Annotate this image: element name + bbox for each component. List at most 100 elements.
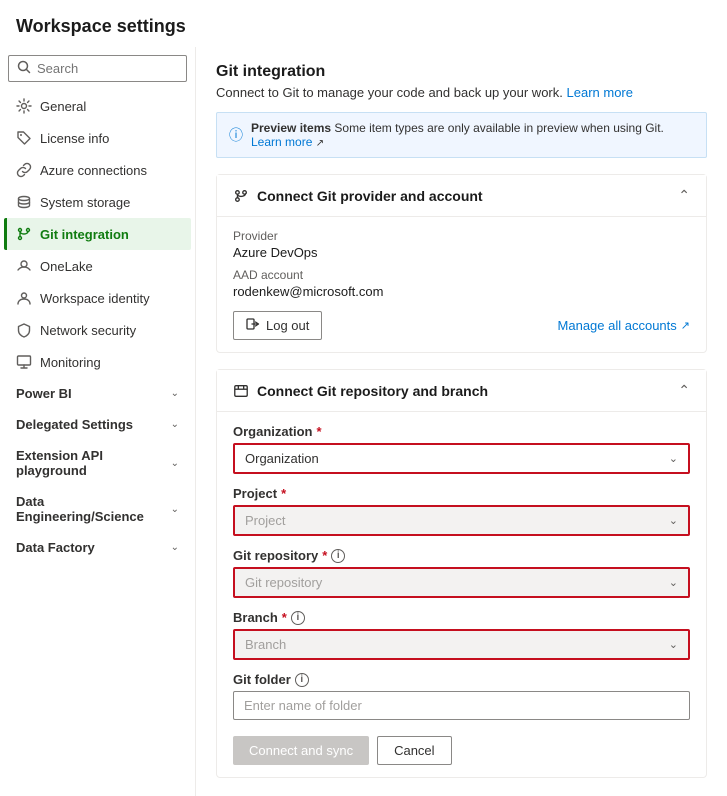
branch-placeholder: Branch	[245, 637, 286, 652]
git-repository-select[interactable]: Git repository ⌄	[233, 567, 690, 598]
chevron-down-icon-power-bi: ⌄	[171, 388, 179, 399]
provider-section-title: Connect Git provider and account	[257, 188, 483, 204]
provider-section-card: Connect Git provider and account ⌃ Provi…	[216, 174, 707, 353]
git-repository-placeholder: Git repository	[245, 575, 322, 590]
preview-banner-detail: Some item types are only available in pr…	[334, 121, 664, 135]
sidebar-section-data-engineering[interactable]: Data Engineering/Science ⌄	[4, 486, 191, 532]
sidebar-item-onelake[interactable]: OneLake	[4, 250, 191, 282]
git-folder-input[interactable]	[233, 691, 690, 720]
chevron-up-icon-repo: ⌃	[678, 382, 690, 399]
logout-button[interactable]: Log out	[233, 311, 322, 340]
organization-select[interactable]: Organization ⌄	[233, 443, 690, 474]
branch-select[interactable]: Branch ⌄	[233, 629, 690, 660]
sidebar-item-azure-connections[interactable]: Azure connections	[4, 154, 191, 186]
chevron-down-icon-data-eng: ⌄	[171, 504, 179, 515]
sidebar-item-monitoring[interactable]: Monitoring	[4, 346, 191, 378]
extension-api-label: Extension API playground	[16, 448, 171, 478]
learn-more-link-top[interactable]: Learn more	[567, 85, 633, 100]
chevron-down-icon-branch: ⌄	[669, 638, 678, 651]
account-row: AAD account rodenkew@microsoft.com	[233, 268, 690, 299]
sidebar-item-label-git: Git integration	[40, 227, 129, 242]
branch-required-star: *	[282, 610, 287, 625]
provider-section-header: Connect Git provider and account ⌃	[217, 175, 706, 217]
logout-label: Log out	[266, 318, 309, 333]
content-title: Git integration	[216, 63, 707, 81]
git-folder-field: Git folder i	[233, 672, 690, 720]
git-folder-label: Git folder i	[233, 672, 690, 687]
repo-section-body: Organization * Organization ⌄ Project *	[217, 412, 706, 777]
sidebar-item-git-integration[interactable]: Git integration	[4, 218, 191, 250]
provider-section-header-left: Connect Git provider and account	[233, 188, 483, 204]
sidebar-item-label-license: License info	[40, 131, 109, 146]
tag-icon	[16, 130, 32, 146]
main-layout: General License info A	[0, 47, 727, 796]
git-repository-required-star: *	[322, 548, 327, 563]
subtitle-text: Connect to Git to manage your code and b…	[216, 85, 563, 100]
sidebar-section-delegated[interactable]: Delegated Settings ⌄	[4, 409, 191, 440]
project-select[interactable]: Project ⌄	[233, 505, 690, 536]
project-label: Project *	[233, 486, 690, 501]
provider-row: Provider Azure DevOps	[233, 229, 690, 260]
external-link-icon-manage: ↗	[681, 319, 690, 332]
chevron-down-icon-org: ⌄	[669, 452, 678, 465]
page-title: Workspace settings	[0, 0, 727, 47]
gear-icon	[16, 98, 32, 114]
chevron-down-icon-delegated: ⌄	[171, 419, 179, 430]
manage-accounts-text: Manage all accounts	[558, 318, 677, 333]
shield-icon	[16, 322, 32, 338]
repo-section-header: Connect Git repository and branch ⌃	[217, 370, 706, 412]
repo-section-title: Connect Git repository and branch	[257, 383, 488, 399]
link-icon	[16, 162, 32, 178]
organization-label: Organization *	[233, 424, 690, 439]
sidebar-item-system-storage[interactable]: System storage	[4, 186, 191, 218]
git-icon	[16, 226, 32, 242]
provider-label: Provider	[233, 229, 690, 243]
organization-select-value: Organization	[245, 451, 319, 466]
preview-learn-more-link[interactable]: Learn more	[251, 135, 312, 149]
sidebar: General License info A	[0, 47, 196, 796]
sidebar-item-license-info[interactable]: License info	[4, 122, 191, 154]
account-label: AAD account	[233, 268, 690, 282]
search-box[interactable]	[8, 55, 187, 82]
sidebar-section-power-bi[interactable]: Power BI ⌄	[4, 378, 191, 409]
sidebar-item-general[interactable]: General	[4, 90, 191, 122]
lake-icon	[16, 258, 32, 274]
sidebar-section-data-factory[interactable]: Data Factory ⌄	[4, 532, 191, 563]
git-repository-info-icon[interactable]: i	[331, 549, 345, 563]
organization-label-text: Organization	[233, 424, 312, 439]
repo-icon	[233, 383, 249, 399]
account-value: rodenkew@microsoft.com	[233, 284, 690, 299]
branch-label: Branch * i	[233, 610, 690, 625]
search-input[interactable]	[37, 61, 178, 76]
chevron-down-icon-repo-field: ⌄	[669, 576, 678, 589]
branch-info-icon[interactable]: i	[291, 611, 305, 625]
data-engineering-label: Data Engineering/Science	[16, 494, 171, 524]
search-icon	[17, 60, 31, 77]
sidebar-item-label-azure: Azure connections	[40, 163, 147, 178]
connect-sync-button[interactable]: Connect and sync	[233, 736, 369, 765]
repo-section-card: Connect Git repository and branch ⌃ Orga…	[216, 369, 707, 778]
main-content: Git integration Connect to Git to manage…	[196, 47, 727, 796]
cancel-button[interactable]: Cancel	[377, 736, 451, 765]
preview-banner: ⓘ Preview items Some item types are only…	[216, 112, 707, 158]
git-folder-info-icon[interactable]: i	[295, 673, 309, 687]
organization-field: Organization * Organization ⌄	[233, 424, 690, 474]
provider-value: Azure DevOps	[233, 245, 690, 260]
sidebar-item-label-onelake: OneLake	[40, 259, 93, 274]
sidebar-item-label-monitoring: Monitoring	[40, 355, 101, 370]
sidebar-item-workspace-identity[interactable]: Workspace identity	[4, 282, 191, 314]
organization-required-star: *	[316, 424, 321, 439]
form-actions: Connect and sync Cancel	[233, 736, 690, 765]
chevron-down-icon-extension: ⌄	[171, 458, 179, 469]
sidebar-item-network-security[interactable]: Network security	[4, 314, 191, 346]
manage-accounts-link[interactable]: Manage all accounts ↗	[558, 318, 690, 333]
project-select-placeholder: Project	[245, 513, 285, 528]
content-subtitle: Connect to Git to manage your code and b…	[216, 85, 707, 100]
chevron-down-icon-data-factory: ⌄	[171, 542, 179, 553]
sidebar-item-label-storage: System storage	[40, 195, 130, 210]
sidebar-item-label-network: Network security	[40, 323, 136, 338]
git-repository-label-text: Git repository	[233, 548, 318, 563]
sidebar-section-extension-api[interactable]: Extension API playground ⌄	[4, 440, 191, 486]
branch-label-text: Branch	[233, 610, 278, 625]
delegated-label: Delegated Settings	[16, 417, 133, 432]
